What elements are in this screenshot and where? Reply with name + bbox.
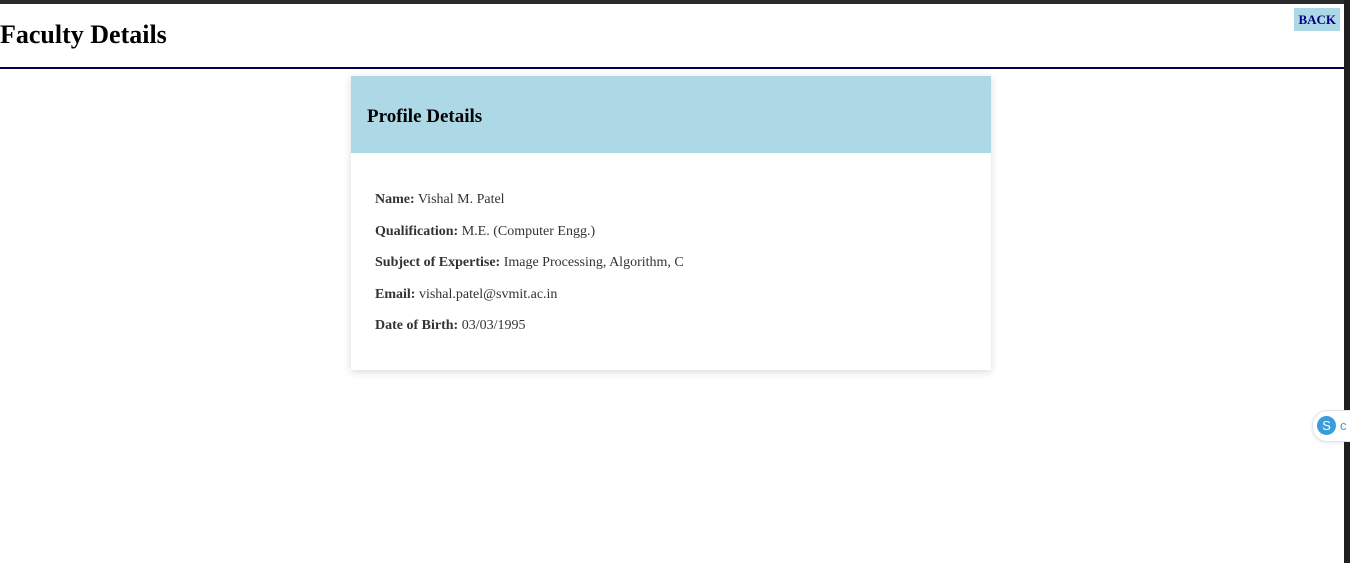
field-qualification-label: Qualification:	[375, 223, 459, 239]
field-email: Email: vishal.patel@svmit.ac.in	[375, 286, 967, 304]
profile-card-body: Name: Vishal M. Patel Qualification: M.E…	[351, 153, 991, 335]
profile-card: Profile Details Name: Vishal M. Patel Qu…	[351, 76, 991, 370]
floating-widget-label: c	[1340, 418, 1347, 433]
page-title: Faculty Details	[0, 20, 167, 49]
field-subject-of-expertise: Subject of Expertise: Image Processing, …	[375, 254, 967, 272]
window-right-border	[1344, 0, 1350, 563]
field-email-label: Email:	[375, 286, 416, 302]
page: Faculty Details BACK Profile Details Nam…	[0, 4, 1344, 563]
field-name-value: Vishal M. Patel	[417, 192, 505, 207]
profile-card-header: Profile Details	[351, 76, 991, 153]
field-date-of-birth-label: Date of Birth:	[375, 318, 459, 333]
field-date-of-birth: Date of Birth: 03/03/1995	[375, 317, 967, 335]
field-subject-of-expertise-value: Image Processing, Algorithm, C	[503, 255, 684, 270]
field-qualification: Qualification: M.E. (Computer Engg.)	[375, 223, 967, 241]
page-header: Faculty Details BACK	[0, 4, 1344, 69]
field-qualification-value: M.E. (Computer Engg.)	[461, 223, 596, 239]
floating-chat-widget[interactable]: S c	[1312, 410, 1350, 442]
field-name: Name: Vishal M. Patel	[375, 191, 967, 209]
field-name-label: Name:	[375, 192, 415, 207]
skype-icon: S	[1317, 416, 1336, 435]
field-date-of-birth-value: 03/03/1995	[461, 318, 526, 333]
field-email-value: vishal.patel@svmit.ac.in	[418, 286, 558, 302]
profile-card-title: Profile Details	[367, 106, 483, 127]
back-button[interactable]: BACK	[1294, 8, 1340, 31]
field-subject-of-expertise-label: Subject of Expertise:	[375, 255, 501, 270]
